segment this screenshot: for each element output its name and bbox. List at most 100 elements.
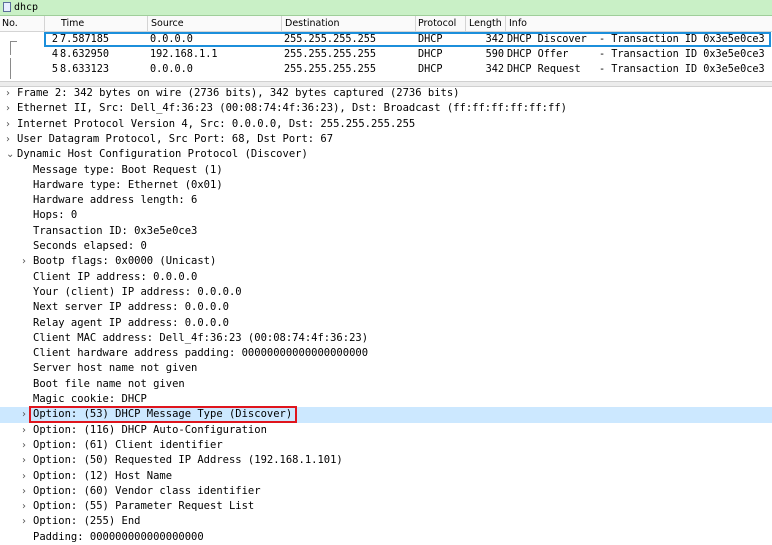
bookmark-icon[interactable] [3, 2, 11, 12]
detail-tree-label: Next server IP address: 0.0.0.0 [33, 301, 229, 314]
detail-tree-label: Option: (255) End [33, 515, 141, 528]
detail-tree-label: Hardware address length: 6 [33, 194, 198, 207]
detail-tree-item[interactable]: › Option: (255) End [0, 514, 772, 529]
packet-length: 342 [485, 64, 504, 75]
packet-row[interactable]: 5 8.633123 0.0.0.0 255.255.255.255 DHCP … [0, 62, 772, 77]
detail-tree-item[interactable]: › Internet Protocol Version 4, Src: 0.0.0… [0, 117, 772, 132]
detail-tree-label: Transaction ID: 0x3e5e0ce3 [33, 224, 198, 237]
detail-tree-item[interactable]: Your (client) IP address: 0.0.0.0 [0, 285, 772, 300]
detail-tree-label: Server host name not given [33, 362, 198, 375]
collapsed-arrow-icon[interactable]: › [6, 87, 10, 100]
detail-tree-item[interactable]: › Option: (55) Parameter Request List [0, 499, 772, 514]
detail-tree-item[interactable]: Magic cookie: DHCP [0, 392, 772, 407]
detail-tree-item[interactable]: › User Datagram Protocol, Src Port: 68, D… [0, 132, 772, 147]
detail-tree-label: Bootp flags: 0x0000 (Unicast) [33, 255, 217, 268]
packet-destination: 255.255.255.255 [284, 34, 377, 45]
collapsed-arrow-icon[interactable]: › [22, 515, 26, 528]
packet-protocol: DHCP [418, 64, 443, 75]
detail-tree-item[interactable]: › Bootp flags: 0x0000 (Unicast) [0, 254, 772, 269]
column-header-info[interactable]: Info [509, 18, 527, 29]
detail-tree-item[interactable]: ⌄ Dynamic Host Configuration Protocol (Di… [0, 147, 772, 162]
expanded-arrow-icon[interactable]: ⌄ [6, 148, 14, 161]
collapsed-arrow-icon[interactable]: › [22, 470, 26, 483]
packet-source: 0.0.0.0 [150, 34, 193, 45]
packet-time: 8.633123 [60, 64, 110, 75]
packet-destination: 255.255.255.255 [284, 64, 377, 75]
collapsed-arrow-icon[interactable]: › [22, 485, 26, 498]
collapsed-arrow-icon[interactable]: › [22, 439, 26, 452]
packet-list-header: No. Time Source Destination Protocol Len… [0, 16, 772, 32]
column-header-time[interactable]: Time [61, 18, 84, 29]
packet-source: 0.0.0.0 [150, 64, 193, 75]
detail-tree-label: Magic cookie: DHCP [33, 393, 147, 405]
detail-tree-label: Client hardware address padding: 0000000… [33, 347, 369, 360]
collapsed-arrow-icon[interactable]: › [22, 454, 26, 467]
detail-tree-item[interactable]: › Option: (12) Host Name [0, 469, 772, 484]
detail-tree-item[interactable]: Hardware address length: 6 [0, 193, 772, 208]
detail-tree-item[interactable]: Relay agent IP address: 0.0.0.0 [0, 316, 772, 331]
detail-tree-label: Your (client) IP address: 0.0.0.0 [33, 285, 242, 298]
detail-tree-label: Seconds elapsed: 0 [33, 240, 147, 252]
column-divider[interactable] [44, 16, 45, 31]
detail-tree-item[interactable]: Hardware type: Ethernet (0x01) [0, 178, 772, 193]
packet-row[interactable]: 4 8.632950 192.168.1.1 255.255.255.255 D… [0, 47, 772, 62]
detail-tree-item[interactable]: Message type: Boot Request (1) [0, 163, 772, 178]
detail-tree-label: Option: (61) Client identifier [33, 438, 223, 451]
column-header-no[interactable]: No. [2, 18, 18, 29]
collapsed-arrow-icon[interactable]: › [22, 500, 26, 513]
detail-tree-label: Frame 2: 342 bytes on wire (2736 bits), … [17, 87, 460, 99]
detail-tree-item[interactable]: Client MAC address: Dell_4f:36:23 (00:08… [0, 331, 772, 346]
filter-input[interactable]: dhcp [14, 1, 38, 14]
detail-tree-item[interactable]: Client IP address: 0.0.0.0 [0, 270, 772, 285]
collapsed-arrow-icon[interactable]: › [22, 255, 26, 268]
detail-tree-item[interactable]: › Option: (116) DHCP Auto-Configuration [0, 423, 772, 438]
detail-tree-item[interactable]: › Frame 2: 342 bytes on wire (2736 bits),… [0, 86, 772, 101]
detail-tree-label: Option: (55) Parameter Request List [33, 500, 255, 513]
detail-tree-item[interactable]: › Option: (60) Vendor class identifier [0, 484, 772, 499]
packet-time: 8.632950 [60, 49, 110, 60]
detail-tree-item[interactable]: › Option: (50) Requested IP Address (192.… [0, 453, 772, 468]
detail-tree-item[interactable]: Boot file name not given [0, 377, 772, 392]
packet-info: DHCP Discover - Transaction ID 0x3e5e0ce… [507, 34, 765, 45]
detail-tree-label: Ethernet II, Src: Dell_4f:36:23 (00:08:7… [17, 102, 567, 115]
detail-tree-item[interactable]: Transaction ID: 0x3e5e0ce3 [0, 224, 772, 239]
detail-tree-label: Message type: Boot Request (1) [33, 163, 223, 176]
detail-tree-item[interactable]: Client hardware address padding: 0000000… [0, 346, 772, 361]
detail-tree-item[interactable]: Seconds elapsed: 0 [0, 239, 772, 254]
detail-tree-label: Boot file name not given [33, 377, 185, 390]
detail-tree-label: Relay agent IP address: 0.0.0.0 [33, 316, 229, 329]
column-header-source[interactable]: Source [151, 18, 184, 29]
packet-length: 342 [485, 34, 504, 45]
packet-no: 5 [51, 64, 58, 75]
packet-source: 192.168.1.1 [150, 49, 218, 60]
display-filter-bar[interactable]: dhcp [0, 0, 772, 16]
collapsed-arrow-icon[interactable]: › [22, 408, 26, 421]
detail-tree-item[interactable]: › Option: (61) Client identifier [0, 438, 772, 453]
detail-tree-item[interactable]: › Ethernet II, Src: Dell_4f:36:23 (00:08:… [0, 101, 772, 116]
detail-tree-item[interactable]: Next server IP address: 0.0.0.0 [0, 300, 772, 315]
detail-tree-item[interactable]: Padding: 000000000000000000 [0, 530, 772, 545]
packet-protocol: DHCP [418, 49, 443, 60]
detail-tree-label: Hardware type: Ethernet (0x01) [33, 178, 223, 191]
column-header-destination[interactable]: Destination [285, 18, 340, 29]
detail-tree-label: Client MAC address: Dell_4f:36:23 (00:08… [33, 331, 369, 344]
collapsed-arrow-icon[interactable]: › [6, 118, 10, 131]
column-divider[interactable] [465, 16, 466, 31]
column-divider[interactable] [147, 16, 148, 31]
detail-tree-label: Option: (12) Host Name [33, 469, 173, 482]
packet-no: 4 [51, 49, 58, 60]
column-divider[interactable] [505, 16, 506, 31]
column-divider[interactable] [281, 16, 282, 31]
packet-length: 590 [485, 49, 504, 60]
collapsed-arrow-icon[interactable]: › [22, 424, 26, 437]
detail-tree-item[interactable]: Hops: 0 [0, 208, 772, 223]
column-header-protocol[interactable]: Protocol [418, 18, 456, 29]
collapsed-arrow-icon[interactable]: › [6, 133, 10, 146]
column-header-length[interactable]: Length [469, 18, 502, 29]
collapsed-arrow-icon[interactable]: › [6, 102, 10, 115]
packet-row[interactable]: 2 7.587185 0.0.0.0 255.255.255.255 DHCP … [0, 32, 772, 47]
column-divider[interactable] [415, 16, 416, 31]
detail-tree-label: Hops: 0 [33, 209, 78, 222]
detail-tree-label: Client IP address: 0.0.0.0 [33, 270, 198, 283]
detail-tree-item[interactable]: Server host name not given [0, 361, 772, 376]
